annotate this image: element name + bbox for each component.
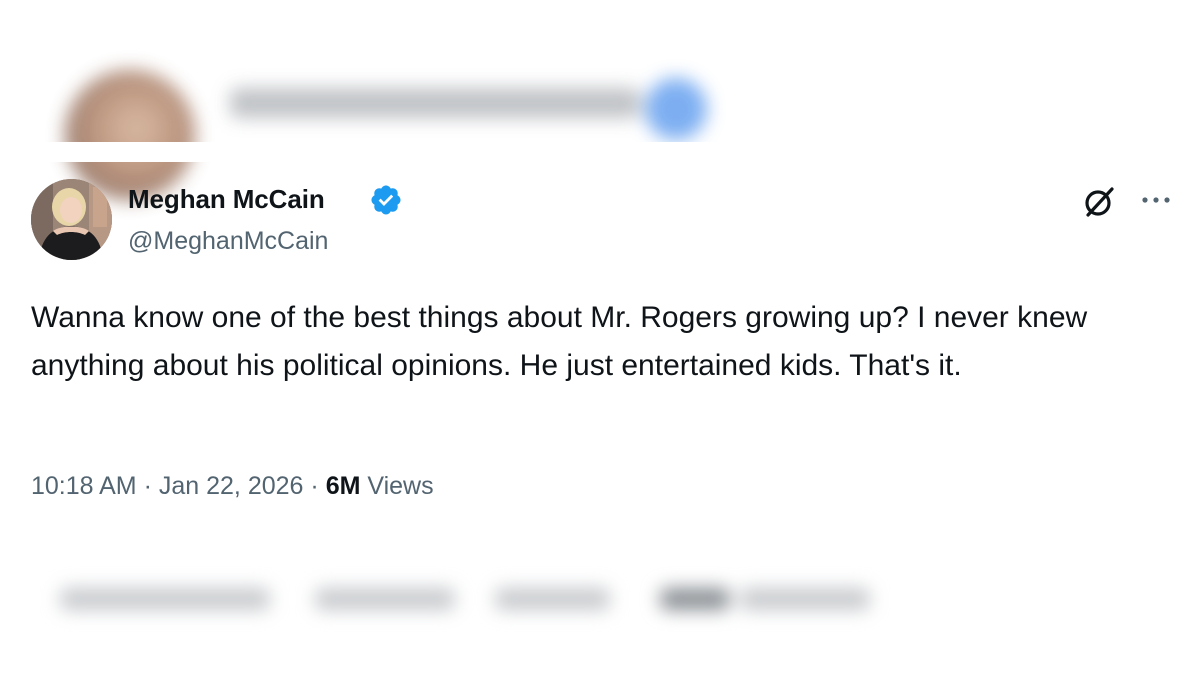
blurred-stat (740, 588, 870, 610)
meta-separator: · (310, 472, 319, 500)
author-handle[interactable]: @MeghanMcCain (128, 227, 328, 256)
views-count: 6M (325, 472, 361, 500)
tweet-text: Wanna know one of the best things about … (31, 301, 1088, 382)
author-name[interactable]: Meghan McCain (128, 184, 325, 215)
blurred-stat (60, 588, 270, 610)
blurred-name (230, 88, 640, 118)
views-label: Views (367, 472, 434, 500)
more-options-icon[interactable] (1139, 186, 1173, 214)
tweet-time[interactable]: 10:18 AM (31, 472, 137, 500)
blurred-previous-tweet-header (20, 40, 740, 200)
meta-separator: · (143, 472, 152, 500)
verified-badge-icon[interactable] (369, 183, 403, 217)
grok-icon[interactable] (1081, 184, 1117, 220)
blurred-verified-badge (645, 78, 707, 140)
blurred-stat (315, 588, 455, 610)
blurred-stat (495, 588, 610, 610)
blurred-stat (660, 588, 730, 610)
tweet-date[interactable]: Jan 22, 2026 (159, 472, 304, 500)
divider (0, 142, 1200, 162)
blurred-engagement-row (40, 560, 900, 640)
tweet-meta: 10:18 AM · Jan 22, 2026 · 6M Views (31, 472, 434, 501)
avatar[interactable] (31, 179, 112, 260)
